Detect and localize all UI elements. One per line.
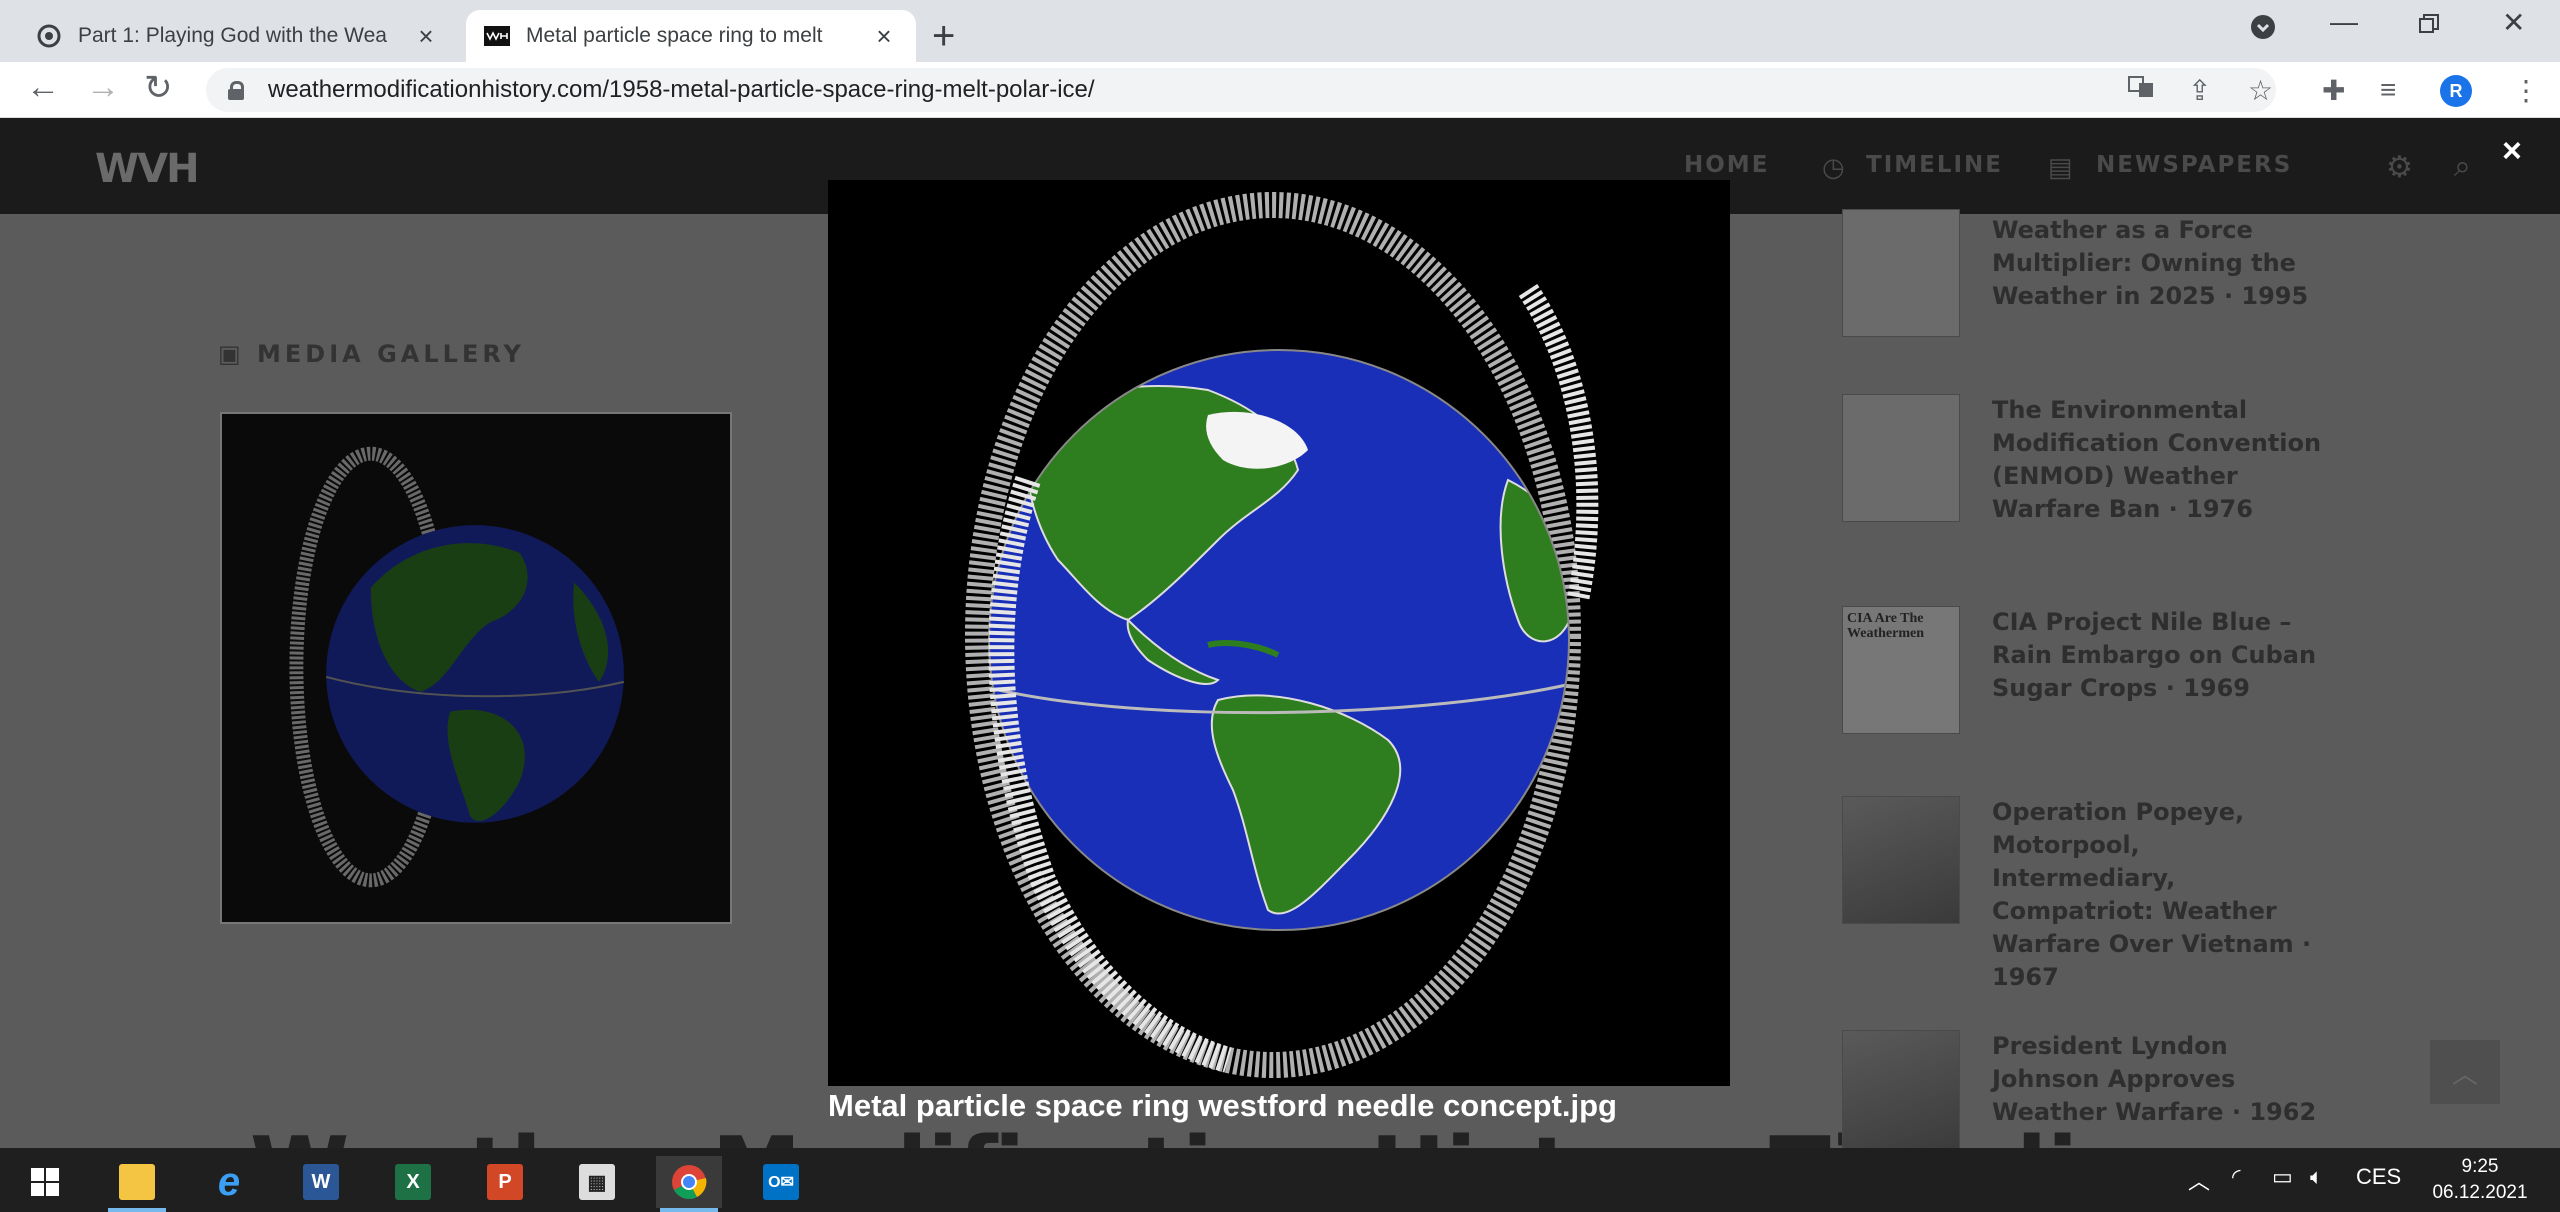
- tab-search-icon[interactable]: [2250, 14, 2276, 47]
- tab-part-1[interactable]: Part 1: Playing God with the Wea ×: [18, 10, 458, 62]
- bookmark-star-icon[interactable]: ☆: [2248, 74, 2273, 107]
- network-icon[interactable]: ◜: [2232, 1164, 2241, 1190]
- back-icon[interactable]: ←: [26, 68, 60, 107]
- minimize-icon[interactable]: —: [2330, 6, 2358, 38]
- browser-toolbar: ← → ↻ weathermodificationhistory.com/195…: [0, 62, 2560, 118]
- internet-explorer-app[interactable]: e: [196, 1156, 262, 1208]
- forward-icon[interactable]: →: [86, 68, 120, 107]
- related-post-thumbnail: [1842, 209, 1960, 337]
- restore-icon[interactable]: [2418, 10, 2440, 42]
- related-post-thumbnail: [1842, 1030, 1960, 1148]
- browser-tab-strip: Part 1: Playing God with the Wea × Metal…: [0, 0, 2560, 62]
- clock-date: 06.12.2021: [2432, 1182, 2528, 1203]
- related-post-thumbnail: [1842, 394, 1960, 522]
- wvh-favicon-icon: [484, 23, 510, 49]
- lightbox-caption: Metal particle space ring westford needl…: [828, 1088, 1617, 1123]
- internet-explorer-icon: e: [217, 1159, 241, 1204]
- site-logo[interactable]: WVH: [95, 146, 200, 192]
- site-favicon-icon: [36, 23, 62, 49]
- reload-icon[interactable]: ↻: [144, 68, 173, 108]
- translate-icon[interactable]: [2128, 74, 2154, 107]
- tab-title: Part 1: Playing God with the Wea: [78, 24, 387, 47]
- image-icon: ▣: [218, 340, 258, 368]
- nav-home[interactable]: HOME: [1684, 152, 1769, 178]
- profile-avatar[interactable]: R: [2440, 75, 2472, 107]
- related-post-thumbnail: [1842, 796, 1960, 924]
- nav-newspapers[interactable]: NEWSPAPERS: [2096, 152, 2292, 178]
- excel-app[interactable]: X: [380, 1156, 446, 1208]
- related-post-title[interactable]: The Environmental Modification Conventio…: [1992, 394, 2322, 526]
- related-post-title[interactable]: Weather as a Force Multiplier: Owning th…: [1992, 214, 2322, 313]
- lightbox-close-button[interactable]: ×: [2502, 132, 2522, 171]
- media-gallery-label: ▣ MEDIA GALLERY: [218, 340, 525, 368]
- nav-timeline[interactable]: TIMELINE: [1866, 152, 2003, 178]
- powerpoint-icon: P: [487, 1164, 523, 1200]
- space-ring-earth-image: [965, 192, 1599, 1078]
- menu-kebab-icon[interactable]: ⋮: [2512, 74, 2540, 107]
- url-text: weathermodificationhistory.com/1958-meta…: [268, 76, 1095, 103]
- word-app[interactable]: W: [288, 1156, 354, 1208]
- windows-logo-icon: [31, 1168, 59, 1196]
- scroll-to-top-button[interactable]: ︿: [2430, 1040, 2500, 1104]
- related-post-title[interactable]: President Lyndon Johnson Approves Weathe…: [1992, 1030, 2322, 1129]
- new-tab-button[interactable]: +: [932, 14, 955, 59]
- search-icon[interactable]: ⌕: [2454, 150, 2471, 184]
- tab-metal-particle[interactable]: Metal particle space ring to melt ×: [466, 10, 916, 62]
- calculator-icon: ▦: [579, 1164, 615, 1200]
- battery-icon[interactable]: ▭: [2272, 1164, 2293, 1190]
- volume-icon[interactable]: 🔈︎: [2310, 1164, 2323, 1190]
- close-window-icon[interactable]: ✕: [2502, 6, 2525, 39]
- clock-time: 9:25: [2461, 1156, 2499, 1177]
- extensions-icon[interactable]: ✚: [2322, 74, 2345, 107]
- word-icon: W: [303, 1164, 339, 1200]
- tab-title: Metal particle space ring to melt: [526, 24, 823, 47]
- lock-icon: [228, 81, 244, 100]
- share-icon[interactable]: ⇪: [2188, 74, 2211, 107]
- outlook-icon: O✉: [763, 1164, 799, 1200]
- related-post-title[interactable]: Operation Popeye, Motorpool, Intermediar…: [1992, 796, 2322, 994]
- chrome-icon: [672, 1165, 707, 1199]
- gallery-thumbnail[interactable]: [220, 412, 732, 924]
- settings-gear-icon[interactable]: ⚙: [2386, 150, 2413, 185]
- file-explorer-app[interactable]: [104, 1156, 170, 1212]
- folder-icon: [119, 1164, 155, 1200]
- excel-icon: X: [395, 1164, 431, 1200]
- clock-icon: ◷: [1822, 152, 1845, 182]
- address-bar[interactable]: weathermodificationhistory.com/1958-meta…: [206, 68, 2276, 112]
- windows-taskbar: e W X P ▦ O✉ ︿ ◜ ▭ 🔈︎ CES 9:25 06.12.202…: [0, 1148, 2560, 1212]
- lightbox-image: [828, 180, 1730, 1086]
- close-tab-icon[interactable]: ×: [870, 21, 898, 52]
- newspaper-icon: ▤: [2048, 152, 2073, 182]
- close-tab-icon[interactable]: ×: [412, 21, 440, 52]
- show-hidden-icons-icon[interactable]: ︿: [2188, 1164, 2210, 1196]
- powerpoint-app[interactable]: P: [472, 1156, 538, 1208]
- outlook-app[interactable]: O✉: [748, 1156, 814, 1208]
- related-post-title[interactable]: CIA Project Nile Blue – Rain Embargo on …: [1992, 606, 2322, 705]
- gallery-thumbnail-image: [289, 446, 625, 888]
- calculator-app[interactable]: ▦: [564, 1156, 630, 1208]
- start-button[interactable]: [12, 1156, 78, 1208]
- chrome-app[interactable]: [656, 1156, 722, 1212]
- reading-list-icon[interactable]: ≡: [2380, 74, 2396, 106]
- related-post-thumbnail: CIA Are The Weathermen: [1842, 606, 1960, 734]
- system-clock[interactable]: 9:25 06.12.2021: [2430, 1154, 2530, 1206]
- input-language-indicator[interactable]: CES: [2356, 1164, 2401, 1190]
